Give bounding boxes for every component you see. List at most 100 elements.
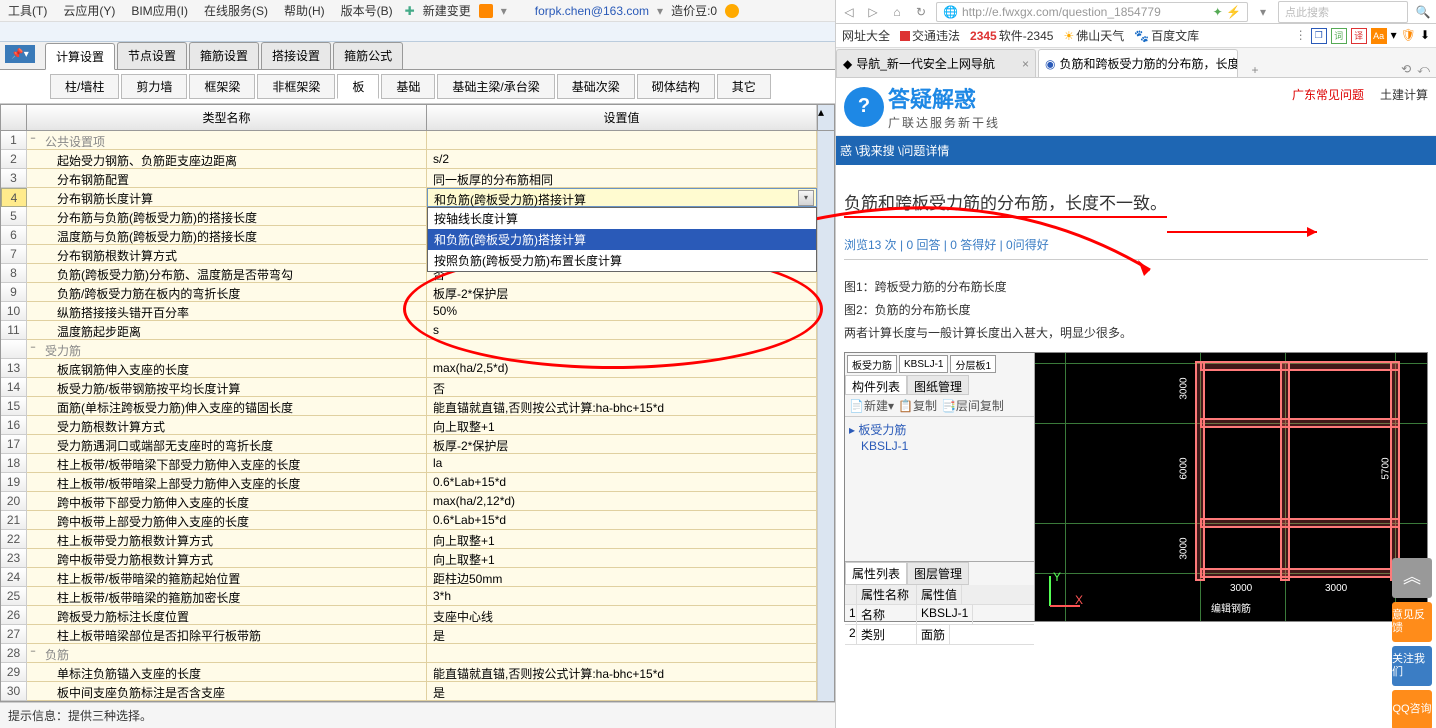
row-value[interactable]: 板厚-2*保护层	[427, 283, 817, 302]
table-row[interactable]: 13板底钢筋伸入支座的长度max(ha/2,5*d)	[1, 359, 834, 378]
table-row[interactable]: 17受力筋遇洞口或端部无支座时的弯折长度板厚-2*保护层	[1, 435, 834, 454]
tab-stirrup-settings[interactable]: 箍筋设置	[189, 42, 259, 69]
table-row[interactable]: 25柱上板带/板带暗梁的箍筋加密长度3*h	[1, 587, 834, 606]
btab-question[interactable]: ◉ 负筋和跨板受力筋的分布筋，长度 ×	[1038, 49, 1238, 77]
browser-search[interactable]: 点此搜索	[1278, 1, 1408, 23]
tree-expand-icon[interactable]: −	[27, 131, 39, 150]
row-value[interactable]: 支座中心线	[427, 606, 817, 625]
user-email[interactable]: forpk.chen@163.com	[535, 4, 649, 18]
bm-dl-icon[interactable]: ⬇	[1420, 28, 1430, 44]
scrollbar-track[interactable]	[817, 606, 834, 625]
scrollbar-up[interactable]: ▴	[817, 105, 834, 130]
dropdown-button[interactable]: ▾	[798, 190, 814, 206]
menu-tools[interactable]: 工具(T)	[4, 0, 51, 21]
row-value[interactable]: 同一板厚的分布筋相同	[427, 169, 817, 188]
dropdown-small[interactable]: ▾	[501, 4, 507, 18]
scrollbar-track[interactable]	[817, 663, 834, 682]
bm-wenku[interactable]: 🐾百度文库	[1134, 27, 1199, 44]
cad-prop-tab-attr[interactable]: 属性列表	[845, 562, 907, 585]
table-row[interactable]: 22柱上板带受力筋根数计算方式向上取整+1	[1, 530, 834, 549]
back-icon[interactable]: ◁	[840, 3, 858, 21]
table-row[interactable]: 10纵筋搭接接头错开百分率50%	[1, 302, 834, 321]
menu-cloud[interactable]: 云应用(Y)	[59, 0, 119, 21]
cad-dd-3[interactable]: 分层板1	[950, 355, 996, 373]
row-value[interactable]: max(ha/2,12*d)	[427, 492, 817, 511]
subtab-mainbeam[interactable]: 基础主梁/承台梁	[437, 74, 554, 99]
scrollbar-track[interactable]	[817, 264, 834, 283]
table-row[interactable]: 15面筋(单标注跨板受力筋)伸入支座的锚固长度能直锚就直锚,否则按公式计算:ha…	[1, 397, 834, 416]
table-row[interactable]: 18柱上板带/板带暗梁下部受力筋伸入支座的长度la	[1, 454, 834, 473]
bm-all[interactable]: 网址大全	[842, 27, 890, 44]
row-value[interactable]: 和负筋(跨板受力筋)搭接计算▾按轴线长度计算和负筋(跨板受力筋)搭接计算按照负筋…	[427, 188, 817, 207]
row-value[interactable]: 向上取整+1	[427, 416, 817, 435]
dropdown-item[interactable]: 按照负筋(跨板受力筋)布置长度计算	[428, 250, 816, 271]
cad-tab-list[interactable]: 构件列表	[845, 375, 907, 395]
float-feedback-button[interactable]: 意见反馈	[1392, 602, 1432, 642]
scrollbar-track[interactable]	[817, 226, 834, 245]
cad-tb-between[interactable]: 📑层间复制	[941, 397, 1004, 414]
btab-nav-close-icon[interactable]: ×	[1022, 57, 1029, 71]
scrollbar-track[interactable]	[817, 131, 834, 150]
row-value[interactable]: max(ha/2,5*d)	[427, 359, 817, 378]
row-value[interactable]	[427, 131, 817, 150]
subtab-nonframebeam[interactable]: 非框架梁	[257, 74, 335, 99]
scrollbar-track[interactable]	[817, 397, 834, 416]
cad-prop-tab-layer[interactable]: 图层管理	[907, 562, 969, 585]
bm-btn-trans[interactable]: 译	[1351, 28, 1367, 44]
row-value[interactable]: 3*h	[427, 587, 817, 606]
menu-bim[interactable]: BIM应用(I)	[127, 0, 192, 21]
row-value[interactable]: 板厚-2*保护层	[427, 435, 817, 454]
subtab-masonry[interactable]: 砌体结构	[637, 74, 715, 99]
bm-soft[interactable]: 2345软件-2345	[970, 27, 1053, 44]
scrollbar-track[interactable]	[817, 625, 834, 644]
undo-icon[interactable]: ⤺	[1417, 62, 1430, 77]
scrollbar-track[interactable]	[817, 435, 834, 454]
bm-weather[interactable]: ☀佛山天气	[1063, 27, 1124, 44]
new-build-label[interactable]: 新建变更	[423, 2, 471, 19]
table-row[interactable]: 16受力筋根数计算方式向上取整+1	[1, 416, 834, 435]
row-value[interactable]	[427, 644, 817, 663]
row-value[interactable]: s/2	[427, 150, 817, 169]
table-row[interactable]: 4分布钢筋长度计算和负筋(跨板受力筋)搭接计算▾按轴线长度计算和负筋(跨板受力筋…	[1, 188, 834, 207]
float-top-button[interactable]: ︽	[1392, 558, 1432, 598]
row-value[interactable]: 能直锚就直锚,否则按公式计算:ha-bhc+15*d	[427, 663, 817, 682]
scrollbar-track[interactable]	[817, 302, 834, 321]
scrollbar-track[interactable]	[817, 188, 834, 207]
float-follow-button[interactable]: 关注我们	[1392, 646, 1432, 686]
scrollbar-track[interactable]	[817, 245, 834, 264]
row-value[interactable]: s	[427, 321, 817, 340]
url-bar[interactable]: 🌐 http://e.fwxgx.com/question_1854779 ✦ …	[936, 2, 1248, 22]
scrollbar-track[interactable]	[817, 473, 834, 492]
table-row[interactable]: 30板中间支座负筋标注是否含支座是	[1, 682, 834, 701]
tree-expand-icon[interactable]: −	[27, 644, 39, 663]
row-value[interactable]: 向上取整+1	[427, 530, 817, 549]
subtab-shearwall[interactable]: 剪力墙	[121, 74, 187, 99]
table-row[interactable]: 1−公共设置项	[1, 131, 834, 150]
menu-online[interactable]: 在线服务(S)	[200, 0, 272, 21]
cad-dd-2[interactable]: KBSLJ-1	[899, 355, 948, 373]
row-value[interactable]: la	[427, 454, 817, 473]
scrollbar-track[interactable]	[817, 549, 834, 568]
row-value[interactable]: 50%	[427, 302, 817, 321]
table-row[interactable]: 21跨中板带上部受力筋伸入支座的长度0.6*Lab+15*d	[1, 511, 834, 530]
reload-icon[interactable]: ↻	[912, 3, 930, 21]
cad-tb-new[interactable]: 📄新建▾	[849, 397, 894, 414]
row-value[interactable]: 0.6*Lab+15*d	[427, 473, 817, 492]
row-value[interactable]: 0.6*Lab+15*d	[427, 511, 817, 530]
restore-icon[interactable]: ⟲	[1401, 62, 1411, 77]
cad-tb-copy[interactable]: 📋复制	[898, 397, 937, 414]
cad-dd-1[interactable]: 板受力筋	[847, 355, 897, 373]
tab-lap-settings[interactable]: 搭接设置	[261, 42, 331, 69]
menu-help[interactable]: 帮助(H)	[280, 0, 329, 21]
scrollbar-track[interactable]	[817, 169, 834, 188]
bm-dd-icon[interactable]: ▾	[1391, 28, 1397, 44]
row-value[interactable]: 能直锚就直锚,否则按公式计算:ha-bhc+15*d	[427, 397, 817, 416]
pin-icon[interactable]: 📌▾	[5, 45, 35, 63]
subtab-secbeam[interactable]: 基础次梁	[557, 74, 635, 99]
row-value[interactable]: 否	[427, 378, 817, 397]
scrollbar-track[interactable]	[817, 416, 834, 435]
scrollbar-track[interactable]	[817, 150, 834, 169]
table-row[interactable]: 19柱上板带/板带暗梁上部受力筋伸入支座的长度0.6*Lab+15*d	[1, 473, 834, 492]
bm-btn-font[interactable]: Aa	[1371, 28, 1387, 44]
tab-stirrup-formula[interactable]: 箍筋公式	[333, 42, 403, 69]
